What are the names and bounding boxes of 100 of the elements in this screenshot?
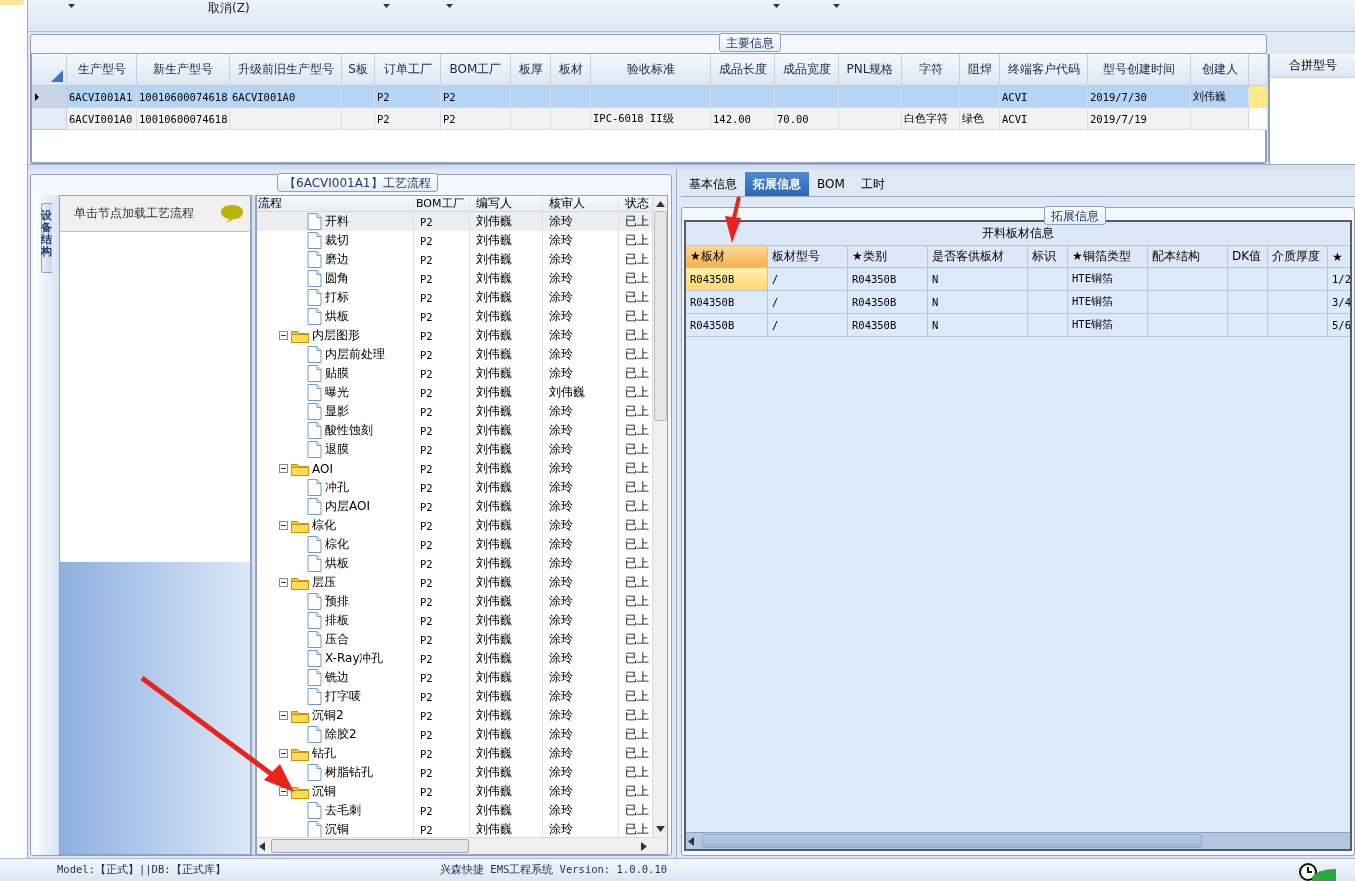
dropdown-caret-icon[interactable] <box>773 4 780 8</box>
tree-node-label[interactable]: X-Ray冲孔 <box>325 650 384 667</box>
table-cell[interactable]: 5/6 <box>1328 314 1350 337</box>
column-header[interactable]: 阻焊 <box>960 54 1000 86</box>
column-header[interactable]: 核审人 <box>543 196 619 211</box>
column-header[interactable]: BOM工厂 <box>441 54 511 86</box>
column-header[interactable]: 标识 <box>1028 246 1068 268</box>
tree-node-label[interactable]: 排板 <box>325 612 349 629</box>
tree-row[interactable]: 开料 P2 刘伟巍 涂玲 已上 <box>257 212 652 231</box>
scroll-right-icon[interactable] <box>641 841 647 851</box>
tree-node-label[interactable]: 内层前处理 <box>325 346 385 363</box>
scrollbar-thumb[interactable] <box>271 839 469 853</box>
column-header[interactable]: 型号创建时间 <box>1088 54 1191 86</box>
row-header[interactable] <box>32 86 67 108</box>
tree-node-label[interactable]: 曝光 <box>325 384 349 401</box>
scroll-up-icon[interactable] <box>655 201 665 207</box>
tree-node-label[interactable]: AOI <box>312 461 333 476</box>
tree-node-label[interactable]: 打字唛 <box>325 688 361 705</box>
dropdown-caret-icon[interactable] <box>446 4 453 8</box>
collapse-icon[interactable] <box>279 711 288 720</box>
column-header[interactable]: 验收标准 <box>591 54 711 86</box>
collapse-icon[interactable] <box>279 749 288 758</box>
tree-node-label[interactable]: 裁切 <box>325 232 349 249</box>
scroll-down-icon[interactable] <box>655 826 665 832</box>
tree-node-label[interactable]: 贴膜 <box>325 365 349 382</box>
tree-node-label[interactable]: 打标 <box>325 289 349 306</box>
dropdown-caret-icon[interactable] <box>383 4 390 8</box>
tree-node-label[interactable]: 除胶2 <box>325 726 357 743</box>
tree-node-label[interactable]: 棕化 <box>325 536 349 553</box>
tree-node-label[interactable]: 沉铜 <box>312 783 336 800</box>
column-header[interactable]: ★ <box>1328 246 1350 268</box>
scroll-left-icon[interactable] <box>688 836 694 846</box>
tree-node-label[interactable]: 开料 <box>325 213 349 230</box>
tree-node-label[interactable]: 树脂钻孔 <box>325 764 373 781</box>
column-header[interactable]: 板材 <box>551 54 591 86</box>
select-all-icon[interactable] <box>51 70 63 82</box>
dropdown-caret-icon[interactable] <box>833 4 840 8</box>
tree-node-label[interactable]: 圆角 <box>325 270 349 287</box>
tab[interactable]: 拓展信息 <box>745 172 809 196</box>
column-header[interactable]: 成品长度 <box>711 54 775 86</box>
tree-node-label[interactable]: 压合 <box>325 631 349 648</box>
column-header[interactable]: S板 <box>342 54 375 86</box>
tree-node-label[interactable]: 退膜 <box>325 441 349 458</box>
collapse-icon[interactable] <box>279 331 288 340</box>
tree-node-label[interactable]: 显影 <box>325 403 349 420</box>
column-header[interactable]: 终端客户代码 <box>1000 54 1088 86</box>
column-header[interactable]: 板厚 <box>511 54 551 86</box>
tree-node-label[interactable]: 沉铜 <box>325 821 349 837</box>
column-header[interactable]: 生产型号 <box>67 54 137 86</box>
tab[interactable]: 工时 <box>852 172 893 196</box>
column-header[interactable]: PNL规格 <box>839 54 902 86</box>
column-header[interactable]: 编写人 <box>470 196 543 211</box>
table-cell[interactable]: R04350B <box>686 314 768 337</box>
column-header[interactable]: 配本结构 <box>1148 246 1228 268</box>
table-cell[interactable]: / <box>768 314 848 337</box>
table-cell[interactable]: HTE铜箔 <box>1068 314 1148 337</box>
column-header[interactable]: ★类别 <box>848 246 928 268</box>
tree-node-label[interactable]: 酸性蚀刻 <box>325 422 373 439</box>
tree-node-label[interactable]: 铣边 <box>325 669 349 686</box>
column-header[interactable]: DK值 <box>1228 246 1268 268</box>
vertical-tab[interactable]: 设备结构 <box>40 203 52 273</box>
table-cell[interactable]: R04350B <box>848 314 928 337</box>
tree-node-label[interactable]: 内层图形 <box>312 327 360 344</box>
column-header[interactable]: 订单工厂 <box>375 54 441 86</box>
table-cell[interactable]: N <box>928 314 1028 337</box>
table-cell[interactable]: R04350B <box>686 268 768 291</box>
collapse-icon[interactable] <box>279 578 288 587</box>
tree-node-label[interactable]: 层压 <box>312 574 336 591</box>
column-header[interactable]: 字符 <box>902 54 960 86</box>
tree-node-label[interactable]: 内层AOI <box>325 498 370 515</box>
column-header[interactable]: ★板材 <box>686 246 768 268</box>
grid-row[interactable]: 6ACVI001A0 10010600074618 P2 P2 IPC-6018 II级 142.00 70.00 白色字符 绿色 ACVI 2019/7/19 <box>32 108 1268 130</box>
column-header[interactable]: BOM工厂 <box>414 196 470 211</box>
cancel-button[interactable]: 取消(Z) <box>204 0 254 14</box>
column-header[interactable]: 流程 <box>257 196 414 211</box>
column-header[interactable]: 成品宽度 <box>775 54 839 86</box>
tree-node-label[interactable]: 棕化 <box>312 517 336 534</box>
column-header[interactable]: ★铜箔类型 <box>1068 246 1148 268</box>
tree-node-label[interactable]: 钻孔 <box>312 745 336 762</box>
column-header[interactable]: 板材型号 <box>768 246 848 268</box>
scrollbar-thumb[interactable] <box>702 834 1202 848</box>
tree-node-label[interactable]: 磨边 <box>325 251 349 268</box>
column-header[interactable]: 新生产型号 <box>137 54 230 86</box>
tree-node-label[interactable]: 烘板 <box>325 555 349 572</box>
tree-node-label[interactable]: 去毛刺 <box>325 802 361 819</box>
tab[interactable]: BOM <box>809 172 853 196</box>
tree-node-label[interactable]: 预排 <box>325 593 349 610</box>
scrollbar-thumb[interactable] <box>653 211 667 421</box>
tree-node-label[interactable]: 烘板 <box>325 308 349 325</box>
column-header[interactable]: 介质厚度 <box>1268 246 1328 268</box>
grid-row[interactable]: 6ACVI001A1 10010600074618 6ACVI001A0 P2 P2 ACVI 2019/7/30 刘伟巍 <box>32 86 1268 108</box>
column-header[interactable]: 升级前旧生产型号 <box>230 54 342 86</box>
column-header[interactable]: 是否客供板材 <box>928 246 1028 268</box>
tab[interactable]: 基本信息 <box>681 172 745 196</box>
dropdown-caret-icon[interactable] <box>68 4 75 8</box>
scroll-left-icon[interactable] <box>259 841 265 851</box>
collapse-icon[interactable] <box>279 521 288 530</box>
collapse-icon[interactable] <box>279 464 288 473</box>
column-header[interactable]: 创建人 <box>1191 54 1249 86</box>
tree-node-label[interactable]: 冲孔 <box>325 479 349 496</box>
